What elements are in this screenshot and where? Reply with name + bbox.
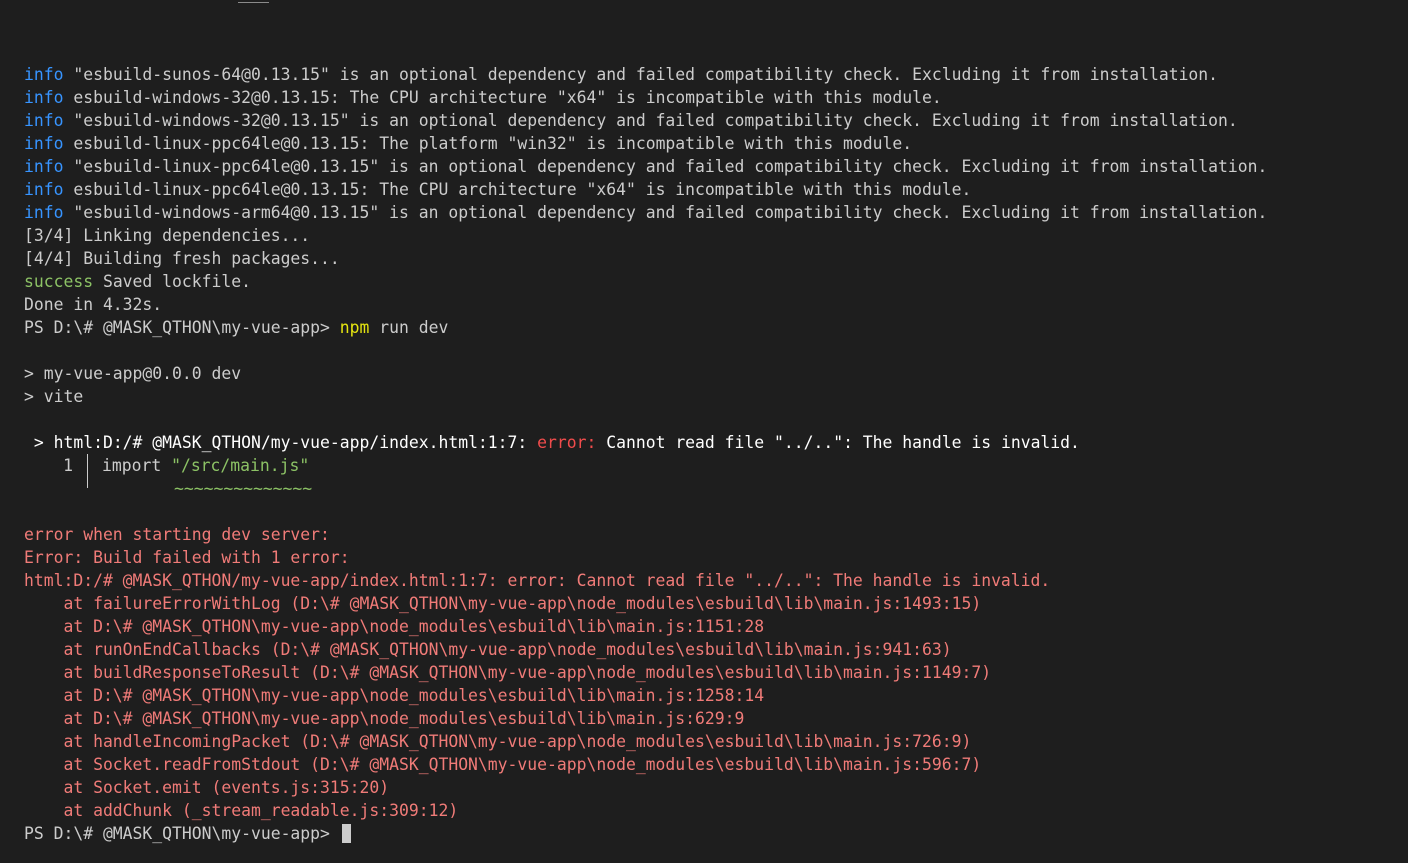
trace-line: at D:\# @MASK_QTHON\my-vue-app\node_modu… [24, 686, 765, 705]
install-log: info "esbuild-sunos-64@0.13.15" is an op… [24, 63, 1408, 224]
code-snippet: 1 import "/src/main.js" ~~~~~~~~~~~~~~ [24, 454, 1408, 500]
error-trace: error when starting dev server: Error: B… [24, 523, 1408, 822]
done-line: Done in 4.32s. [24, 295, 163, 314]
script-header-line: > my-vue-app@0.0.0 dev [24, 364, 242, 383]
shell-prompt: PS D:\# @MASK_QTHON\my-vue-app> [24, 318, 340, 337]
success-line: success Saved lockfile. [24, 270, 1408, 293]
trace-line: Error: Build failed with 1 error: [24, 548, 350, 567]
success-text: Saved lockfile. [93, 272, 251, 291]
cursor-block[interactable] [341, 824, 351, 843]
code-keyword: import [102, 456, 172, 475]
gutter-divider [87, 454, 88, 488]
trace-line: at failureErrorWithLog (D:\# @MASK_QTHON… [24, 594, 982, 613]
log-line: info "esbuild-sunos-64@0.13.15" is an op… [24, 63, 1408, 86]
trace-line: at D:\# @MASK_QTHON\my-vue-app\node_modu… [24, 617, 765, 636]
trace-line: at Socket.emit (events.js:315:20) [24, 778, 390, 797]
log-text: esbuild-windows-32@0.13.15: The CPU arch… [63, 88, 942, 107]
shell-prompt: PS D:\# @MASK_QTHON\my-vue-app> [24, 824, 340, 843]
log-text: "esbuild-windows-32@0.13.15" is an optio… [63, 111, 1238, 130]
error-squiggle-line: ~~~~~~~~~~~~~~ [24, 477, 1408, 500]
error-squiggle: ~~~~~~~~~~~~~~ [174, 479, 313, 498]
error-location: html:D:/# @MASK_QTHON/my-vue-app/index.h… [53, 433, 538, 452]
terminal-output: info "esbuild-sunos-64@0.13.15" is an op… [24, 63, 1408, 845]
log-level: info [24, 111, 64, 130]
log-text: esbuild-linux-ppc64le@0.13.15: The CPU a… [63, 180, 972, 199]
line-number: 1 [63, 456, 73, 475]
log-text: "esbuild-sunos-64@0.13.15" is an optiona… [63, 65, 1219, 84]
trace-line: at D:\# @MASK_QTHON\my-vue-app\node_modu… [24, 709, 745, 728]
step-line: [3/4] Linking dependencies... [24, 226, 311, 245]
log-line: info esbuild-windows-32@0.13.15: The CPU… [24, 86, 1408, 109]
code-string: "/src/main.js" [171, 456, 310, 475]
trace-line: html:D:/# @MASK_QTHON/my-vue-app/index.h… [24, 571, 1051, 590]
command-args: run dev [369, 318, 449, 337]
log-line: info "esbuild-windows-32@0.13.15" is an … [24, 109, 1408, 132]
command-program: npm [339, 318, 370, 337]
log-line: info esbuild-linux-ppc64le@0.13.15: The … [24, 178, 1408, 201]
log-text: "esbuild-linux-ppc64le@0.13.15" is an op… [63, 157, 1268, 176]
log-text: "esbuild-windows-arm64@0.13.15" is an op… [63, 203, 1268, 222]
input-line[interactable]: PS D:\# @MASK_QTHON\my-vue-app> [24, 822, 1408, 845]
log-level: info [24, 157, 64, 176]
esbuild-error-line: > html:D:/# @MASK_QTHON/my-vue-app/index… [24, 431, 1408, 454]
error-label: error: [537, 433, 597, 452]
trace-line: at Socket.readFromStdout (D:\# @MASK_QTH… [24, 755, 982, 774]
log-level: info [24, 203, 64, 222]
log-line: info esbuild-linux-ppc64le@0.13.15: The … [24, 132, 1408, 155]
log-level: info [24, 134, 64, 153]
log-level: info [24, 65, 64, 84]
code-line: 1 import "/src/main.js" [24, 454, 1408, 488]
log-level: info [24, 88, 64, 107]
tab-indicator [238, 2, 269, 3]
log-text: esbuild-linux-ppc64le@0.13.15: The platf… [63, 134, 913, 153]
error-message: Cannot read file "../..": The handle is … [596, 433, 1080, 452]
command-line: PS D:\# @MASK_QTHON\my-vue-app> npm run … [24, 316, 1408, 339]
success-level: success [24, 272, 94, 291]
log-level: info [24, 180, 64, 199]
log-line: info "esbuild-windows-arm64@0.13.15" is … [24, 201, 1408, 224]
trace-line: at addChunk (_stream_readable.js:309:12) [24, 801, 459, 820]
script-header-line: > vite [24, 387, 84, 406]
log-line: info "esbuild-linux-ppc64le@0.13.15" is … [24, 155, 1408, 178]
trace-line: error when starting dev server: [24, 525, 330, 544]
trace-line: at runOnEndCallbacks (D:\# @MASK_QTHON\m… [24, 640, 952, 659]
error-prefix: > [24, 433, 54, 452]
trace-line: at handleIncomingPacket (D:\# @MASK_QTHO… [24, 732, 972, 751]
terminal-panel[interactable]: info "esbuild-sunos-64@0.13.15" is an op… [0, 0, 1408, 863]
trace-line: at buildResponseToResult (D:\# @MASK_QTH… [24, 663, 992, 682]
step-line: [4/4] Building fresh packages... [24, 249, 340, 268]
